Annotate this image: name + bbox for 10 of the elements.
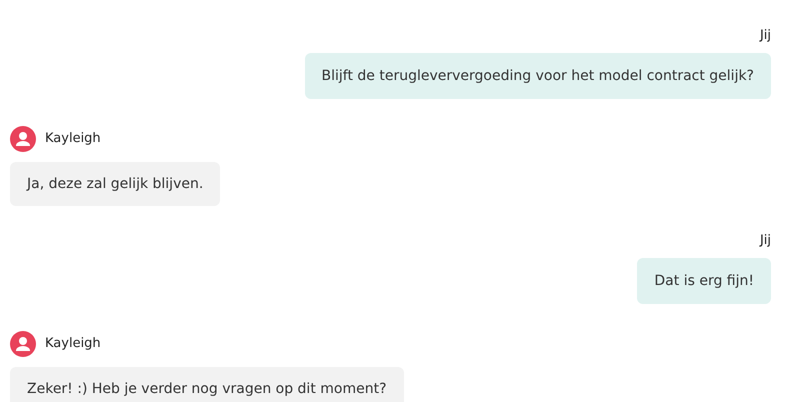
sender-name: Kayleigh bbox=[45, 336, 101, 352]
message-bubble: Zeker! :) Heb je verder nog vragen op dit moment? bbox=[10, 367, 404, 402]
user-avatar-icon bbox=[10, 331, 36, 357]
sender-name: Jij bbox=[760, 233, 771, 249]
message-bubble: Ja, deze zal gelijk blijven. bbox=[10, 162, 220, 206]
sender-name: Jij bbox=[760, 28, 771, 44]
sender-name: Kayleigh bbox=[45, 131, 101, 147]
message-bubble: Dat is erg fijn! bbox=[637, 258, 771, 304]
message-bubble: Blijft de terugleververgoeding voor het model contract gelijk? bbox=[304, 53, 771, 99]
user-avatar-icon bbox=[10, 126, 36, 152]
